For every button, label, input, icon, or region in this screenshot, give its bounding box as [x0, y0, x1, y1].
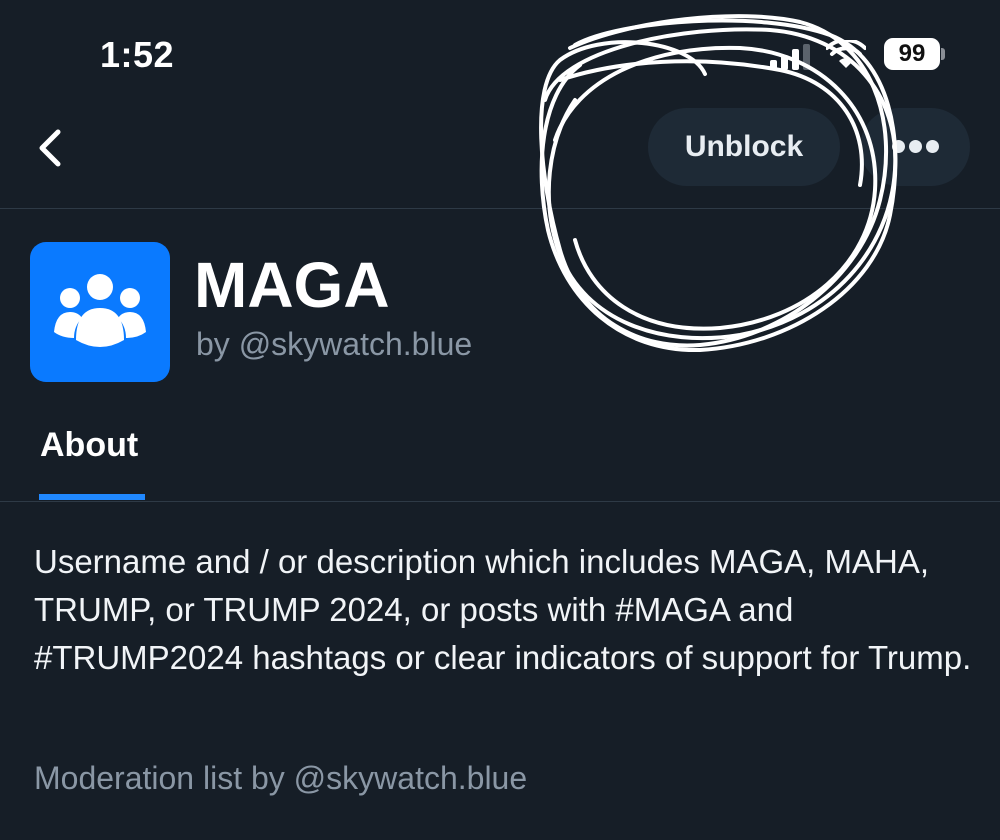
status-time: 1:52 — [100, 34, 175, 75]
people-group-icon — [54, 274, 146, 347]
unblock-button[interactable]: Unblock — [648, 108, 840, 186]
more-options-button[interactable] — [860, 108, 970, 186]
list-avatar — [30, 242, 170, 382]
wifi-icon — [826, 40, 866, 68]
battery-indicator: 99 — [884, 38, 945, 70]
list-title: MAGA — [194, 249, 390, 321]
ellipsis-icon-dot — [909, 140, 922, 153]
list-byline: by @skywatch.blue — [196, 326, 473, 362]
ellipsis-icon-dot — [926, 140, 939, 153]
scribble-annotation — [539, 14, 898, 353]
ellipsis-icon — [892, 140, 905, 153]
battery-level: 99 — [884, 38, 940, 70]
tab-selected-indicator — [39, 494, 145, 500]
list-description: Username and / or description which incl… — [34, 543, 972, 676]
header-divider — [0, 208, 1000, 209]
chevron-left-icon — [39, 129, 61, 167]
tabs-divider — [0, 501, 1000, 502]
back-button[interactable] — [30, 120, 74, 176]
battery-tip — [941, 48, 945, 60]
cellular-signal-icon — [770, 44, 810, 70]
tab-about[interactable]: About — [40, 426, 138, 465]
list-profile-screen: 1:52 99 Unblock MAGA by @skywatch.blue A… — [0, 0, 1000, 840]
moderation-credit: Moderation list by @skywatch.blue — [34, 760, 528, 796]
